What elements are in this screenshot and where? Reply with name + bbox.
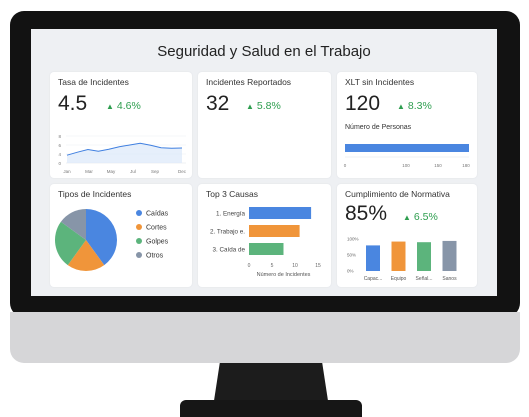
x-tick-label: 100 [402, 163, 410, 168]
y-tick-label: 50% [347, 253, 356, 258]
chart-subtitle: Número de Personas [345, 124, 412, 131]
monitor-stand [213, 363, 329, 403]
column-bar[interactable] [391, 241, 406, 271]
category-label: 2. Trabajo e. [210, 229, 245, 236]
kpi-delta: ▲ 5.8% [246, 100, 281, 112]
line-chart: 8 6 4 0 Jan Mar May Jul Sep Dec [58, 134, 187, 174]
y-tick-label: 6 [58, 143, 61, 148]
x-tick-label: 5 [271, 263, 274, 269]
trend-up-icon: ▲ [246, 102, 254, 111]
x-tick-label: Mar [85, 169, 93, 174]
x-tick-label: 180 [462, 163, 470, 168]
kpi-value: 32 [206, 92, 230, 115]
x-tick-label: 0 [344, 163, 347, 168]
card-title: Top 3 Causas [206, 189, 258, 199]
y-tick-label: 0 [58, 161, 61, 166]
pie-chart: Caídas Cortes Golpes Otros [55, 209, 169, 271]
legend-label: Cortes [146, 225, 167, 232]
column-chart: 0% 50% 100% Capac... Equipo Señal... Sanos [347, 237, 457, 283]
horizontal-bar-chart: 1. Energía 2. Trabajo e. 3. Caída de 0 5 10 15… [210, 207, 321, 278]
y-tick-label: 4 [58, 152, 61, 157]
card-title: XLT sin Incidentes [345, 77, 415, 87]
column-bar[interactable] [417, 242, 431, 271]
progress-bar [345, 144, 469, 152]
bar[interactable] [249, 207, 312, 219]
card-top-causas[interactable]: Top 3 Causas 1. Energía 2. Trabajo e. 3. C… [198, 184, 331, 287]
x-tick-label: Equipo [391, 276, 407, 282]
column-bar[interactable] [366, 245, 380, 271]
bar[interactable] [249, 225, 300, 237]
x-tick-label: Jan [63, 169, 71, 174]
legend-swatch [136, 210, 142, 216]
legend-swatch [136, 224, 142, 230]
trend-up-icon: ▲ [106, 102, 114, 111]
legend-label: Otros [146, 253, 164, 260]
legend-swatch [136, 238, 142, 244]
x-tick-label: Sanos [442, 276, 457, 282]
x-tick-label: Dec [178, 169, 187, 174]
card-tipos-incidentes[interactable]: Tipos de Incidentes Caídas Cortes Golpes Ot… [50, 184, 192, 287]
category-label: 3. Caída de [212, 247, 245, 254]
dashboard-screen: Seguridad y Salud en el Trabajo Tasa de … [31, 29, 497, 296]
x-tick-label: 150 [434, 163, 442, 168]
kpi-value: 120 [345, 92, 381, 115]
monitor-base [180, 400, 362, 417]
x-axis-label: Número de Incidentes [257, 272, 311, 278]
card-title: Tipos de Incidentes [58, 189, 132, 199]
trend-up-icon: ▲ [403, 213, 411, 222]
legend-label: Golpes [146, 239, 169, 246]
x-tick-label: 10 [292, 263, 298, 269]
card-tasa-incidentes[interactable]: Tasa de Incidentes 4.5 ▲ 4.6% 8 6 4 0 Jan… [50, 72, 192, 178]
y-tick-label: 100% [347, 237, 359, 242]
kpi-delta: ▲ 4.6% [106, 100, 141, 112]
y-tick-label: 0% [347, 269, 354, 274]
bar[interactable] [249, 243, 284, 255]
y-tick-label: 8 [58, 134, 61, 139]
kpi-delta: ▲ 6.5% [403, 211, 438, 223]
kpi-value: 85% [345, 202, 388, 225]
x-tick-label: Jul [130, 169, 136, 174]
column-bar[interactable] [442, 240, 457, 271]
x-tick-label: Sep [151, 169, 160, 174]
progress-bar-chart: 0 100 150 180 [344, 144, 470, 168]
card-title: Incidentes Reportados [206, 77, 292, 87]
kpi-delta: ▲ 8.3% [397, 100, 432, 112]
card-title: Cumplimiento de Normativa [345, 189, 450, 199]
legend-swatch [136, 252, 142, 258]
card-incidentes-reportados[interactable]: Incidentes Reportados 32 ▲ 5.8% [198, 72, 331, 178]
dashboard-title: Seguridad y Salud en el Trabajo [157, 43, 371, 60]
x-tick-label: 15 [315, 263, 321, 269]
monitor-chin [10, 312, 520, 363]
x-tick-label: May [107, 169, 116, 174]
legend-label: Caídas [146, 211, 169, 218]
x-tick-label: Señal... [416, 276, 433, 282]
kpi-value: 4.5 [58, 92, 88, 115]
category-label: 1. Energía [216, 211, 246, 218]
trend-up-icon: ▲ [397, 102, 405, 111]
x-tick-label: 0 [248, 263, 251, 269]
card-xlt-sin-incidentes[interactable]: XLT sin Incidentes 120 ▲ 8.3% Número de P… [337, 72, 477, 178]
x-tick-label: Capac... [364, 276, 383, 282]
card-title: Tasa de Incidentes [58, 77, 129, 87]
card-cumplimiento-normativa[interactable]: Cumplimiento de Normativa 85% ▲ 6.5% 0% 50… [337, 184, 477, 287]
